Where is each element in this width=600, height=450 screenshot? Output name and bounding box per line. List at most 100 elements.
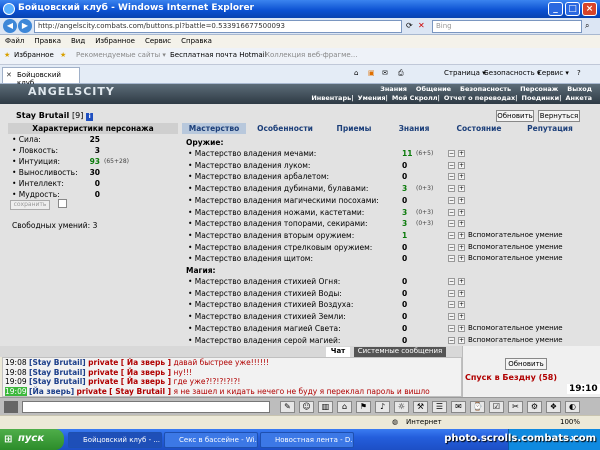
nav-security[interactable]: Безопасность [460, 85, 511, 93]
nav-inventory[interactable]: Инвентарь [311, 94, 351, 102]
plus-icon[interactable]: + [458, 336, 465, 344]
minus-icon[interactable]: − [448, 313, 455, 321]
search-input[interactable]: Bing [432, 20, 582, 33]
chat-recipient[interactable]: [ Йа зверь ] [121, 368, 171, 377]
nav-exit[interactable]: Выход [567, 85, 592, 93]
task-news[interactable]: Новостная лента - D... [260, 432, 354, 448]
nav-transfers[interactable]: Отчет о переводах [444, 94, 515, 102]
chat-mode-icon[interactable] [4, 401, 18, 413]
minus-icon[interactable]: − [448, 278, 455, 285]
menu-view[interactable]: Вид [66, 35, 90, 47]
minus-icon[interactable]: − [448, 301, 455, 309]
menu-file[interactable]: Файл [0, 35, 29, 47]
stop-icon[interactable]: ✕ [418, 21, 425, 30]
menu-edit[interactable]: Правка [29, 35, 66, 47]
fav-item-recommended[interactable]: Рекомендуемые сайты ▾ [76, 51, 166, 59]
tab-chat[interactable]: Чат [326, 347, 350, 357]
nav-communication[interactable]: Общение [416, 85, 451, 93]
plus-icon[interactable]: + [458, 278, 465, 285]
minus-icon[interactable]: − [448, 161, 455, 169]
chat-sender[interactable]: [Stay Brutail] [29, 368, 86, 377]
search-icon[interactable]: ⌕ [585, 21, 589, 31]
safety-menu[interactable]: Безопасность ▾ [484, 69, 540, 77]
minus-icon[interactable]: − [448, 173, 455, 181]
menu-tools[interactable]: Сервис [140, 35, 176, 47]
chat-sender[interactable]: [Stay Brutail] [29, 377, 86, 386]
tab-system-messages[interactable]: Системные сообщения [354, 347, 446, 357]
feeds-icon[interactable]: ▣ [368, 69, 375, 77]
moon-icon[interactable]: ◐ [565, 401, 580, 413]
mail-icon[interactable]: ✉ [451, 401, 466, 413]
cut-icon[interactable]: ✂ [508, 401, 523, 413]
minus-icon[interactable]: − [448, 150, 455, 157]
task-combats[interactable]: Бойцовский клуб - ... [68, 432, 162, 448]
fav-item-webslices[interactable]: Коллекция веб-фрагме... [265, 51, 357, 59]
minimize-button[interactable]: _ [548, 2, 563, 16]
list-icon[interactable]: ☰ [432, 401, 447, 413]
tab-techniques[interactable]: Приемы [324, 123, 384, 134]
sun-icon[interactable]: ☼ [394, 401, 409, 413]
menu-help[interactable]: Справка [176, 35, 217, 47]
maximize-button[interactable]: □ [565, 2, 580, 16]
filter-icon[interactable]: ▥ [318, 401, 333, 413]
info-icon[interactable]: i [86, 113, 94, 121]
settings-icon[interactable]: ⚙ [527, 401, 542, 413]
back-button[interactable]: Вернуться [538, 110, 580, 122]
chat-recipient[interactable]: [ Йа зверь ] [121, 358, 171, 367]
start-button[interactable]: ⊞ пуск [0, 429, 64, 450]
save-button[interactable]: сохранить [10, 200, 50, 210]
refresh-icon[interactable]: ⟳ [406, 21, 413, 30]
add-favorite-icon[interactable]: ★ [60, 51, 66, 59]
chat-input[interactable] [22, 401, 270, 413]
minus-icon[interactable]: − [448, 208, 455, 216]
tab-mastery[interactable]: Мастерство [182, 123, 246, 134]
zoom-level[interactable]: 100% [560, 418, 580, 426]
tab-knowledge[interactable]: Знания [388, 123, 440, 134]
tab-features[interactable]: Особенности [250, 123, 320, 134]
help-icon[interactable]: ? [577, 69, 581, 77]
back-arrow-icon[interactable]: ◀ [3, 19, 17, 33]
nav-skills[interactable]: Умения [358, 94, 386, 102]
nav-battles[interactable]: Поединки [522, 94, 560, 102]
plus-icon[interactable]: + [458, 313, 465, 321]
tools-icon[interactable]: ⚒ [413, 401, 428, 413]
plus-icon[interactable]: + [458, 185, 465, 193]
refresh-button[interactable]: Обновить [496, 110, 534, 122]
mail-icon[interactable]: ✉ [382, 69, 388, 77]
tab-combats[interactable]: ✕ Бойцовский клуб [2, 67, 80, 87]
nav-profile[interactable]: Анкета [566, 94, 593, 102]
print-icon[interactable]: ⎙ [398, 69, 404, 78]
flag-icon[interactable]: ⚑ [356, 401, 371, 413]
task-video[interactable]: Секс в бассейне - Wi... [164, 432, 258, 448]
tab-state[interactable]: Состояние [444, 123, 514, 134]
clock-icon[interactable]: ⌚ [470, 401, 485, 413]
minus-icon[interactable]: − [448, 336, 455, 344]
smile-icon[interactable]: ✎ [280, 401, 295, 413]
emote-icon[interactable]: ☺ [299, 401, 314, 413]
page-menu[interactable]: Страница ▾ [444, 69, 486, 77]
check-icon[interactable]: ☑ [489, 401, 504, 413]
minus-icon[interactable]: − [448, 289, 455, 297]
chat-sender[interactable]: [Йа зверь] [29, 387, 74, 396]
room-refresh-button[interactable]: Обновить [505, 358, 547, 370]
plus-icon[interactable]: + [458, 231, 465, 239]
url-input[interactable]: http://angelscity.combats.com/buttons.pl… [34, 20, 402, 33]
chat-recipient[interactable]: [ Stay Brutail ] [109, 387, 171, 396]
favorites-button[interactable]: Избранное [14, 51, 54, 59]
forward-arrow-icon[interactable]: ▶ [18, 19, 32, 33]
minus-icon[interactable]: − [448, 243, 455, 251]
minus-icon[interactable]: − [448, 324, 455, 332]
misc-icon[interactable]: ❖ [546, 401, 561, 413]
plus-icon[interactable]: + [458, 324, 465, 332]
plus-icon[interactable]: + [458, 255, 465, 263]
nav-knowledge[interactable]: Знания [380, 85, 407, 93]
fav-item-hotmail[interactable]: Бесплатная почта Hotmail [170, 51, 267, 59]
home-icon[interactable]: ⌂ [337, 401, 352, 413]
save-checkbox[interactable] [58, 199, 67, 208]
sound-icon[interactable]: ♪ [375, 401, 390, 413]
plus-icon[interactable]: + [458, 173, 465, 181]
minus-icon[interactable]: − [448, 231, 455, 239]
plus-icon[interactable]: + [458, 301, 465, 309]
tools-menu[interactable]: Сервис ▾ [537, 69, 569, 77]
minus-icon[interactable]: − [448, 255, 455, 263]
